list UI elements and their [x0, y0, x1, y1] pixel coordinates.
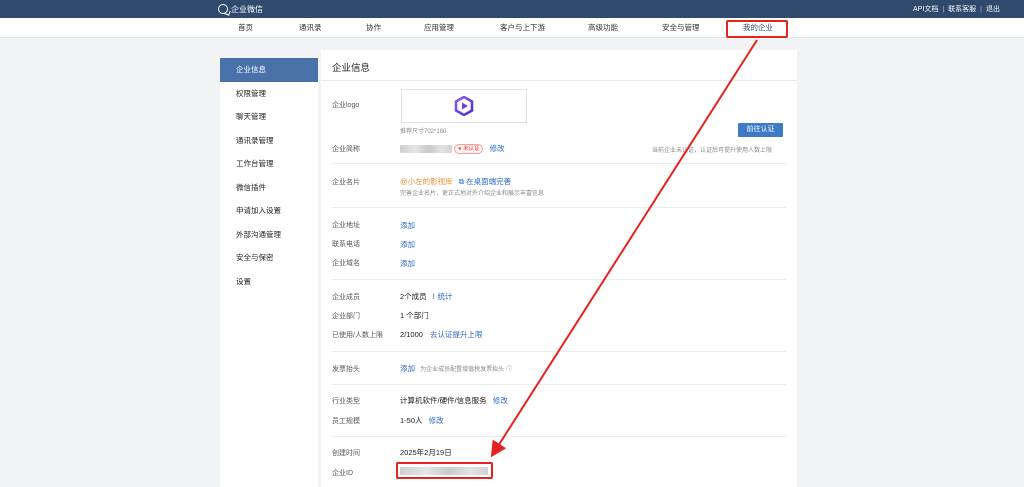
sidebar-item-external[interactable]: 外部沟通管理: [220, 223, 318, 247]
industry-row: 计算机软件/硬件/信息服务 修改: [400, 395, 508, 406]
add-invoice-link[interactable]: 添加: [400, 364, 415, 373]
sidebar-item-permissions[interactable]: 权限管理: [220, 82, 318, 106]
card-label: 企业名片: [332, 179, 360, 186]
nav-app-management[interactable]: 应用管理: [424, 18, 454, 38]
usage-value: 2/1000: [400, 330, 423, 339]
api-docs-link[interactable]: API文档: [913, 4, 938, 14]
card-name: @小左的影视库: [400, 177, 453, 186]
add-domain-link[interactable]: 添加: [400, 258, 415, 269]
cert-note: 当前企业未认证，认证后可提升使用人数上限: [652, 148, 773, 154]
upgrade-limit-link[interactable]: 去认证提升上限: [430, 330, 483, 339]
sidebar-item-settings[interactable]: 设置: [220, 270, 318, 294]
sidebar-item-wechat-plugin[interactable]: 微信插件: [220, 176, 318, 200]
members-count: 2个成员: [400, 292, 427, 301]
logo-label: 企业logo: [332, 102, 360, 109]
add-phone-link[interactable]: 添加: [400, 239, 415, 250]
sidebar-item-company-info[interactable]: 企业信息: [220, 58, 318, 82]
industry-value: 计算机软件/硬件/信息服务: [400, 396, 487, 405]
nav-customers[interactable]: 客户与上下游: [500, 18, 545, 38]
sidebar-item-chat[interactable]: 聊天管理: [220, 105, 318, 129]
sidebar-item-contacts[interactable]: 通讯录管理: [220, 129, 318, 153]
logo-size-hint: 推荐尺寸702*180: [400, 129, 447, 135]
industry-label: 行业类型: [332, 398, 360, 405]
depts-label: 企业部门: [332, 313, 360, 320]
sidebar-item-security[interactable]: 安全与保密: [220, 246, 318, 270]
abbr-row: ● 未认证 修改: [400, 143, 505, 155]
created-value: 2025年2月19日: [400, 448, 452, 457]
depts-value: 1 个部门: [400, 311, 429, 320]
abbr-value-blurred: [400, 145, 452, 154]
annotation-box-corpid: [396, 462, 493, 479]
wework-logo-icon: [218, 4, 228, 14]
invoice-row: 添加 为企业成员配置增值税发票抬头 ⓘ: [400, 363, 512, 374]
info-icon: ⓘ: [506, 367, 513, 373]
domain-label: 企业域名: [332, 260, 360, 267]
annotation-box-nav: [726, 20, 788, 38]
logout-link[interactable]: 退出: [986, 4, 1000, 14]
size-value: 1-50人: [400, 416, 423, 425]
size-label: 员工规模: [332, 418, 360, 425]
phone-label: 联系电话: [332, 241, 360, 248]
add-address-link[interactable]: 添加: [400, 220, 415, 231]
sidebar: 企业信息 权限管理 聊天管理 通讯录管理 工作台管理 微信插件 申请加入设置 外…: [220, 58, 318, 487]
card-desc: 完善企业名片，更正式地对外介绍企业和展示丰富信息: [400, 191, 545, 197]
sidebar-item-join-settings[interactable]: 申请加入设置: [220, 199, 318, 223]
chart-icon: ⌇: [431, 292, 436, 301]
contact-support-link[interactable]: 联系客服: [948, 4, 976, 14]
top-bar: 企业微信 API文档 | 联系客服 | 退出: [0, 0, 1024, 18]
size-edit-link[interactable]: 修改: [429, 416, 444, 425]
go-certify-button[interactable]: 前往认证: [738, 123, 783, 137]
page-title: 企业信息: [332, 63, 371, 74]
corpid-label: 企业ID: [332, 470, 353, 477]
brand-name: 企业微信: [231, 4, 263, 14]
company-info-panel: 企业信息 企业logo 推荐尺寸702*180 企业简称 ● 未认证 修改 前往…: [321, 50, 797, 487]
complete-on-desktop-link[interactable]: ⧉ 在桌面端完善: [459, 177, 511, 186]
created-label: 创建时间: [332, 450, 360, 457]
nav-advanced[interactable]: 高级功能: [588, 18, 618, 38]
sidebar-item-workbench[interactable]: 工作台管理: [220, 152, 318, 176]
address-label: 企业地址: [332, 222, 360, 229]
nav-home[interactable]: 首页: [238, 18, 253, 38]
abbr-edit-link[interactable]: 修改: [490, 144, 505, 153]
company-logo-icon: [454, 96, 474, 116]
members-row: 2个成员 ⌇ 统计: [400, 291, 453, 302]
brand[interactable]: 企业微信: [218, 4, 263, 15]
usage-row: 2/1000 去认证提升上限: [400, 329, 483, 340]
industry-edit-link[interactable]: 修改: [493, 396, 508, 405]
logo-upload[interactable]: [401, 89, 527, 123]
nav-contacts[interactable]: 通讯录: [299, 18, 322, 38]
stats-link[interactable]: ⌇ 统计: [432, 292, 453, 301]
abbr-label: 企业简称: [332, 146, 360, 153]
nav-security[interactable]: 安全与管理: [662, 18, 700, 38]
card-row: @小左的影视库 ⧉ 在桌面端完善: [400, 176, 511, 187]
invoice-hint: 为企业成员配置增值税发票抬头: [420, 367, 505, 373]
usage-label: 已使用/人数上限: [332, 332, 383, 339]
top-links: API文档 | 联系客服 | 退出: [913, 4, 1000, 14]
nav-collaboration[interactable]: 协作: [366, 18, 381, 38]
members-label: 企业成员: [332, 294, 360, 301]
main-nav: 首页 通讯录 协作 应用管理 客户与上下游 高级功能 安全与管理 我的企业: [0, 18, 1024, 38]
uncertified-badge: ● 未认证: [454, 144, 484, 155]
size-row: 1-50人 修改: [400, 415, 444, 426]
invoice-label: 发票抬头: [332, 366, 360, 373]
